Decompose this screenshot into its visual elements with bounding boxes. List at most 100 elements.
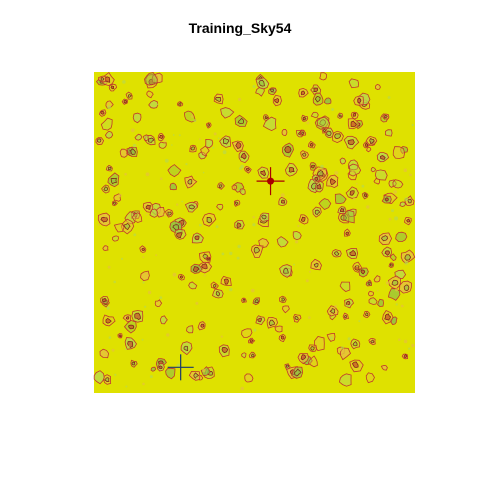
contour-inner [352,113,357,117]
contour-inner [314,176,319,181]
speckle [391,209,394,213]
contour-inner [313,87,319,92]
contour-outer [399,201,407,208]
speckle [252,216,255,219]
speckle [388,217,392,221]
speckle [306,121,310,125]
speckle [120,257,124,260]
speckle [128,345,130,348]
contour-inner [118,334,122,338]
contour-inner [100,110,105,115]
speckle [308,316,311,319]
speckle [358,320,361,323]
speckle [125,385,128,388]
speckle [361,184,365,188]
speckle [198,138,201,141]
contour-inner [403,284,410,291]
contour-inner [128,324,135,330]
speckle [130,128,135,133]
contour-inner [223,278,229,285]
speckle [236,256,240,260]
speckle [334,171,339,175]
contour-inner [288,166,295,173]
contour-blob [103,374,112,385]
speckle [240,386,244,391]
speckle [220,335,223,338]
contour-blob [98,75,106,83]
contour-inner [206,257,210,261]
speckle [178,134,181,137]
speckle [202,368,206,373]
contour-blob [388,262,395,269]
contour-inner [194,235,200,241]
speckle [387,96,391,99]
contour-blob [339,157,347,165]
speckle [351,170,354,173]
contour-blob [100,295,110,304]
speckle [200,250,203,253]
speckle [403,168,408,172]
contour-blob [378,232,393,246]
contour-blob [321,127,328,134]
speckle [107,265,111,269]
contour-outer [169,182,177,191]
speckle [215,225,219,229]
contour-blob [259,212,270,222]
speckle [376,289,379,292]
speckle [195,301,199,305]
speckle [97,223,100,226]
contour-inner [345,231,349,236]
speckle [145,213,148,216]
contour-inner [340,207,345,213]
speckle [106,306,110,310]
contour-inner [326,130,332,136]
speckle [329,336,333,340]
speckle [159,296,163,299]
contour-blob [119,148,128,158]
contour-inner [367,281,371,286]
contour-inner [403,354,408,358]
contour-inner [123,99,127,104]
speckle [339,348,342,351]
speckle [346,304,349,307]
speckle [393,190,398,194]
contour-blob [234,219,245,230]
speckle [400,304,404,308]
contour-outer [119,148,128,158]
contour-blob [176,101,184,107]
speckle [122,80,126,84]
contour-inner [310,164,315,169]
contour-inner [100,77,105,81]
speckle [222,150,227,155]
speckle [297,224,300,228]
contour-inner [281,199,286,204]
speckle [280,193,285,198]
contour-inner [158,365,163,370]
contour-inner [236,222,242,229]
speckle [395,288,399,292]
speckle [236,189,239,192]
speckle [203,274,206,277]
contour-blob [319,72,328,81]
contour-inner [113,201,116,205]
speckle [309,270,311,273]
speckle [411,343,415,348]
speckle [305,279,309,283]
speckle [163,213,167,217]
speckle [356,265,359,268]
contour-inner [338,114,342,118]
speckle [142,256,145,259]
contour-blob [279,295,287,304]
speckle [199,223,202,227]
speckle [195,377,199,380]
contour-inner [145,204,151,210]
speckle [398,338,401,342]
contour-blob [399,201,407,208]
speckle [142,382,145,386]
contour-outer [367,290,374,297]
contour-blob [367,290,374,297]
contour-inner [242,298,246,302]
plot-background [94,72,415,393]
contour-blob [272,94,282,107]
chart-page: Training_Sky54 [0,0,480,480]
